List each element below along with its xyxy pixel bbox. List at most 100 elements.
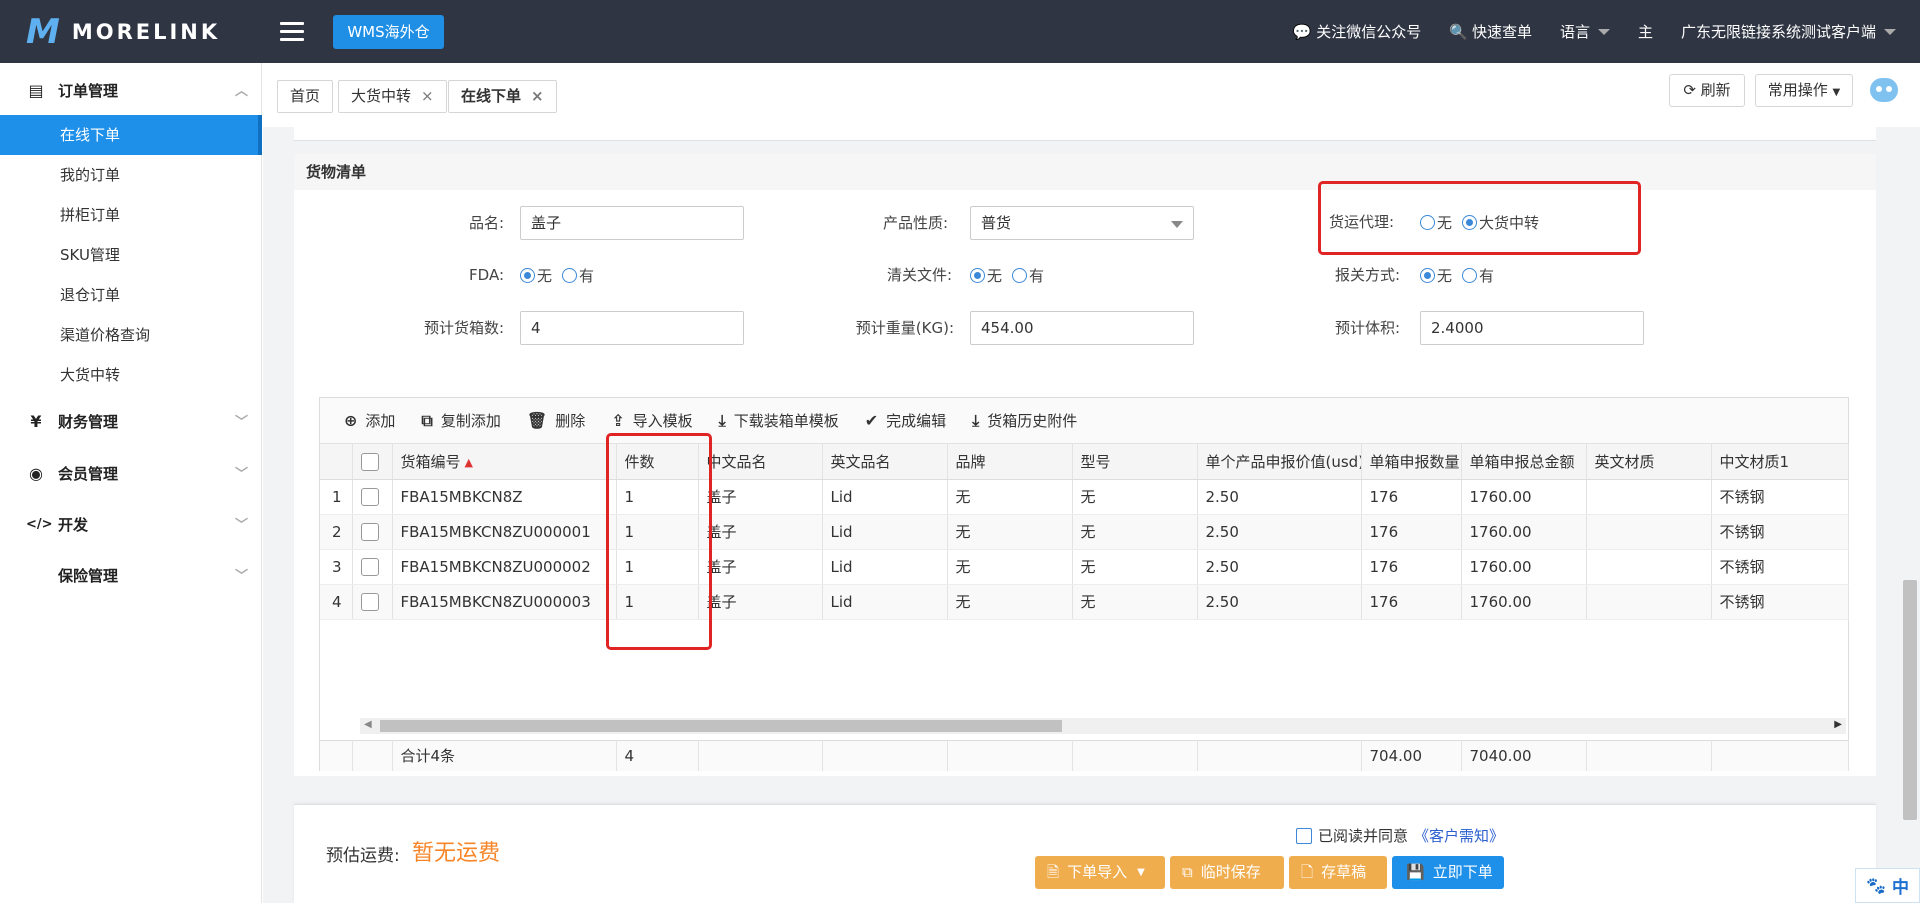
weight-label: 预计重量(KG): <box>855 319 954 337</box>
baidu-input-widget[interactable]: 🐾 中 <box>1855 868 1920 903</box>
sidebar-item-bulk-transfer[interactable]: 大货中转 <box>0 355 262 395</box>
plus-circle-icon: ⊕ <box>344 411 358 430</box>
language-dropdown[interactable]: 语言 <box>1560 21 1610 42</box>
table-row[interactable]: 3 FBA15MBKCN8ZU000002 1 盖子 Lid 无 无 2.50 … <box>320 549 1849 585</box>
customs-method-label: 报关方式: <box>1334 266 1400 284</box>
row-checkbox[interactable] <box>352 549 393 585</box>
radio-icon <box>562 267 578 283</box>
wechat-link[interactable]: 💬 关注微信公众号 <box>1293 21 1422 42</box>
tab-home[interactable]: 首页 <box>277 80 334 113</box>
common-ops-dropdown[interactable]: 常用操作 ▼ <box>1755 74 1853 107</box>
logo[interactable]: M MORELINK <box>26 14 220 50</box>
select-all-checkbox[interactable] <box>352 444 393 480</box>
temp-save-button[interactable]: ⧉ 临时保存 <box>1170 856 1284 889</box>
download-template-button[interactable]: ⤓ 下载装箱单模板 <box>719 410 839 431</box>
vertical-scrollbar[interactable] <box>1903 580 1917 820</box>
copy-icon: ⧉ <box>421 410 433 430</box>
customs-option-no[interactable]: 无 <box>1420 265 1452 286</box>
sidebar-item-online-order[interactable]: 在线下单 <box>0 115 262 155</box>
trash-icon: 🗑 <box>526 411 548 430</box>
table-row[interactable]: 2 FBA15MBKCN8ZU000001 1 盖子 Lid 无 无 2.50 … <box>320 514 1849 550</box>
copy-add-button[interactable]: ⧉ 复制添加 <box>421 410 500 431</box>
sidebar-group-develop[interactable]: </> 开发 ﹀ <box>0 504 262 544</box>
wms-overseas-button[interactable]: WMS海外仓 <box>333 15 444 49</box>
sidebar-item-sku[interactable]: SKU管理 <box>0 235 262 275</box>
row-checkbox[interactable] <box>352 514 393 550</box>
previous-panel-edge <box>294 127 1876 141</box>
col-box-total[interactable]: 单箱申报总金额 <box>1461 444 1587 480</box>
product-nature-select[interactable]: 普货 <box>970 206 1194 240</box>
logo-mark-icon: M <box>26 12 60 52</box>
box-table: 货箱编号 ▲ 件数 中文品名 英文品名 品牌 型号 单个产品申报价值(usd) 单… <box>320 444 1849 620</box>
file-icon: 🗋 <box>1301 863 1314 881</box>
yen-icon: ¥ <box>30 411 42 431</box>
sidebar-item-channel-price[interactable]: 渠道价格查询 <box>0 315 262 355</box>
quick-query-link[interactable]: 🔍 快速查单 <box>1449 21 1532 42</box>
sidebar-group-members[interactable]: ◉ 会员管理 ﹀ <box>0 453 262 493</box>
tab-bulk-transfer[interactable]: 大货中转 × <box>338 80 447 113</box>
product-name-input[interactable]: 盖子 <box>520 206 744 240</box>
box-count-input[interactable]: 4 <box>520 311 744 345</box>
col-cn-material[interactable]: 中文材质1 <box>1711 444 1849 480</box>
caret-down-icon <box>1597 28 1610 35</box>
logo-text: MORELINK <box>71 20 221 44</box>
weight-input[interactable]: 454.00 <box>970 311 1194 345</box>
fda-option-yes[interactable]: 有 <box>562 265 594 286</box>
sidebar-group-finance[interactable]: ¥ 财务管理 ﹀ <box>0 401 262 441</box>
delete-button[interactable]: 🗑 删除 <box>527 410 585 431</box>
caret-down-icon: ▼ <box>1137 867 1145 878</box>
volume-input[interactable]: 2.4000 <box>1420 311 1644 345</box>
upload-icon: ⇪ <box>611 411 625 430</box>
sidebar-item-my-orders[interactable]: 我的订单 <box>0 155 262 195</box>
table-row[interactable]: 4 FBA15MBKCN8ZU000003 1 盖子 Lid 无 无 2.50 … <box>320 584 1849 620</box>
clearance-option-yes[interactable]: 有 <box>1012 265 1044 286</box>
download-icon: ⤓ <box>718 410 726 430</box>
close-icon[interactable]: × <box>421 87 434 105</box>
customer-notice-link[interactable]: 《客户需知》 <box>1414 825 1504 846</box>
sidebar-item-return[interactable]: 退仓订单 <box>0 275 262 315</box>
radio-checked-icon <box>520 267 535 283</box>
history-attachments-button[interactable]: ⤓ 货箱历史附件 <box>972 410 1077 431</box>
col-en-material[interactable]: 英文材质 <box>1586 444 1712 480</box>
highlight-qty-column <box>606 433 712 650</box>
row-checkbox[interactable] <box>352 479 393 515</box>
col-box-no[interactable]: 货箱编号 ▲ <box>392 444 617 480</box>
row-checkbox[interactable] <box>352 584 393 620</box>
col-model[interactable]: 型号 <box>1072 444 1198 480</box>
horizontal-scrollbar[interactable]: ◀ ▶ <box>360 718 1846 734</box>
fda-option-no[interactable]: 无 <box>520 265 552 286</box>
sidebar-item-consolidation[interactable]: 拼柜订单 <box>0 195 262 235</box>
order-import-button[interactable]: 🗎 下单导入 ▼ <box>1035 856 1165 889</box>
theme-link[interactable]: 主 <box>1638 21 1653 42</box>
col-box-count[interactable]: 单箱申报数量 <box>1361 444 1462 480</box>
scroll-thumb[interactable] <box>380 720 1062 732</box>
sidebar-group-insurance[interactable]: 保险管理 ﹀ <box>0 555 262 595</box>
col-unit-price[interactable]: 单个产品申报价值(usd) <box>1197 444 1362 480</box>
scroll-left-icon[interactable]: ◀ <box>364 719 372 730</box>
sort-icon[interactable]: ▲ <box>465 456 473 469</box>
table-row[interactable]: 1 FBA15MBKCN8Z 1 盖子 Lid 无 无 2.50 176 176… <box>320 479 1849 515</box>
checkbox-icon <box>360 557 379 576</box>
import-template-button[interactable]: ⇪ 导入模板 <box>611 410 692 431</box>
customs-option-yes[interactable]: 有 <box>1462 265 1494 286</box>
add-button[interactable]: ⊕ 添加 <box>344 410 395 431</box>
col-brand[interactable]: 品牌 <box>947 444 1073 480</box>
agree-checkbox[interactable]: 已阅读并同意 《客户需知》 <box>1296 825 1504 846</box>
close-icon[interactable]: × <box>531 87 544 105</box>
col-cn-name[interactable]: 中文品名 <box>698 444 823 480</box>
summary-label: 合计4条 <box>392 740 617 771</box>
col-en-name[interactable]: 英文品名 <box>822 444 948 480</box>
chevron-down-icon: ﹀ <box>234 415 248 430</box>
submit-order-button[interactable]: 💾 立即下单 <box>1392 856 1504 889</box>
scroll-right-icon[interactable]: ▶ <box>1834 719 1842 730</box>
finish-edit-button[interactable]: ✔ 完成编辑 <box>865 410 946 431</box>
chevron-down-icon: ﹀ <box>234 518 248 533</box>
tab-online-order[interactable]: 在线下单 × <box>448 80 557 113</box>
clearance-option-no[interactable]: 无 <box>970 265 1002 286</box>
menu-toggle-icon[interactable] <box>280 22 304 42</box>
save-draft-button[interactable]: 🗋 存草稿 <box>1289 856 1387 889</box>
sidebar-group-orders[interactable]: ▤ 订单管理 ︿ <box>0 70 262 110</box>
assistant-robot-icon[interactable] <box>1870 78 1898 102</box>
refresh-button[interactable]: ⟳ 刷新 <box>1669 74 1745 107</box>
account-dropdown[interactable]: 广东无限链接系统测试客户端 <box>1681 21 1896 42</box>
